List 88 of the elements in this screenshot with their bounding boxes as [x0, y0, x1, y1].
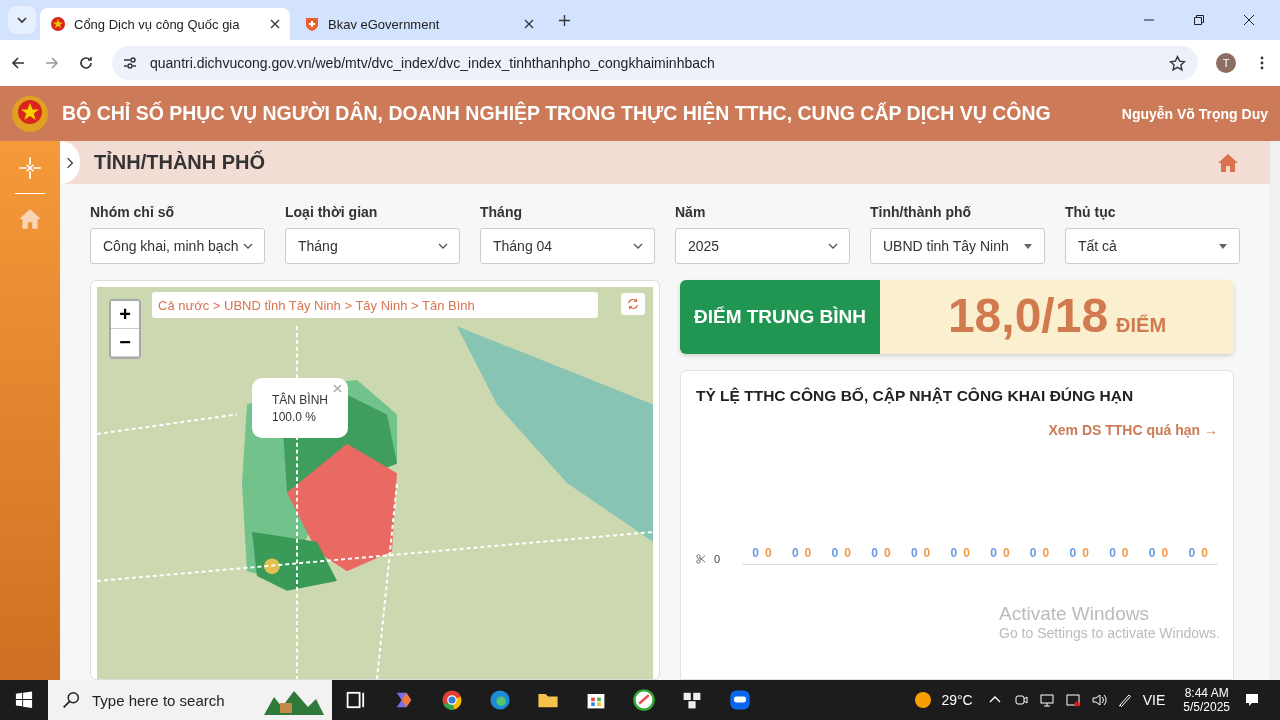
score-unit: ĐIỂM — [1116, 314, 1167, 337]
emblem-icon — [50, 16, 66, 32]
data-label: 0 — [1082, 546, 1089, 560]
filter-label: Loại thời gian — [285, 204, 379, 220]
activation-text: Go to Settings to activate Windows. — [999, 625, 1220, 641]
reload-icon[interactable] — [78, 55, 94, 71]
data-label: 0 — [1148, 546, 1156, 560]
refresh-icon — [626, 297, 640, 311]
data-label: 0 — [791, 546, 799, 560]
scissors-icon — [696, 554, 706, 564]
page-title: TỈNH/THÀNH PHỐ — [94, 151, 266, 174]
clock[interactable]: 8:44 AM 5/5/2025 — [1183, 686, 1230, 714]
windows-start-icon[interactable] — [15, 691, 33, 709]
filter-label: Thủ tục — [1065, 204, 1117, 220]
filter-dropdown[interactable]: Công khai, minh bạch — [90, 228, 265, 264]
data-label: 0 — [844, 546, 851, 560]
data-label: 0 — [1188, 546, 1196, 560]
activation-title: Activate Windows — [999, 603, 1150, 625]
data-label: 0 — [883, 546, 891, 560]
data-label: 0 — [764, 546, 772, 560]
filter-dropdown[interactable]: Tất cả — [1065, 228, 1240, 264]
zoom-out-button[interactable]: − — [111, 329, 139, 357]
data-label: 0 — [1109, 546, 1116, 560]
shield-icon — [304, 16, 320, 32]
score-value: 18,0/18 — [947, 288, 1109, 343]
browser-tab[interactable]: Cổng Dịch vụ công Quốc gia — [40, 8, 290, 40]
popup-value: 100.0 % — [272, 409, 318, 424]
data-label: 0 — [1121, 546, 1129, 560]
data-label: 0 — [1161, 546, 1169, 560]
close-icon[interactable] — [524, 19, 534, 29]
taskbar-search-field[interactable]: Type here to search — [48, 680, 332, 720]
axis-tick: 0 — [714, 553, 721, 565]
speaker-icon[interactable] — [1090, 692, 1107, 708]
data-label: 0 — [990, 546, 997, 560]
score-label: ĐIỂM TRUNG BÌNH — [680, 280, 880, 354]
chat-app-icon[interactable] — [728, 688, 752, 712]
weather-temperature[interactable]: 29°C — [941, 692, 973, 708]
camera-icon[interactable] — [1012, 692, 1029, 708]
data-label: 0 — [1042, 546, 1050, 560]
browser-tab[interactable]: Bkav eGovernment — [294, 8, 544, 40]
scrollbar[interactable] — [1270, 141, 1280, 680]
profile-avatar[interactable]: T — [1216, 53, 1236, 73]
filter-dropdown[interactable]: Tháng 04 — [480, 228, 655, 264]
restore-icon[interactable] — [1193, 14, 1205, 26]
notification-icon[interactable] — [1244, 692, 1260, 708]
filter-dropdown[interactable]: Tháng — [285, 228, 460, 264]
close-icon[interactable] — [1243, 14, 1255, 26]
data-label: 0 — [1069, 546, 1077, 560]
language-indicator[interactable]: VIE — [1142, 692, 1166, 708]
card-title: TỶ LỆ TTHC CÔNG BỐ, CẬP NHẬT CÔNG KHAI ĐÚNG HẠN — [696, 387, 1135, 405]
filter-dropdown[interactable]: UBND tỉnh Tây Ninh — [870, 228, 1045, 264]
zoom-in-button[interactable]: + — [111, 301, 139, 329]
data-label: 0 — [950, 546, 958, 560]
emblem-icon — [10, 93, 50, 134]
chevron-down-icon — [16, 14, 28, 26]
site-settings-icon[interactable] — [122, 55, 138, 71]
filter-label: Tỉnh/thành phố — [870, 204, 973, 220]
bookmark-star-icon[interactable] — [1169, 54, 1186, 72]
tab-search-button[interactable] — [8, 6, 36, 34]
refresh-button[interactable] — [621, 293, 645, 315]
filter-label: Nhóm chỉ số — [90, 204, 175, 220]
data-label: 0 — [871, 546, 878, 560]
chevron-right-icon — [66, 156, 74, 169]
filter-label: Tháng — [480, 204, 523, 220]
popup-title: TÂN BÌNH — [272, 392, 329, 407]
data-label: 0 — [923, 546, 931, 560]
new-tab-icon[interactable] — [558, 13, 571, 27]
data-label: 0 — [1029, 546, 1037, 560]
data-label: 0 — [752, 546, 759, 560]
pen-icon[interactable] — [1116, 692, 1133, 708]
sun-icon[interactable] — [913, 690, 934, 710]
chrome-icon[interactable] — [440, 688, 464, 712]
close-icon[interactable] — [270, 19, 280, 29]
site-title: BỘ CHỈ SỐ PHỤC VỤ NGƯỜI DÂN, DOANH NGHIỆP TRONG THỰC HIỆN TTHC, CUNG CẤP DỊCH VỤ CÔNG — [62, 102, 1051, 125]
data-label: 0 — [910, 546, 918, 560]
data-label: 0 — [1201, 546, 1208, 560]
expand-sidebar-button[interactable] — [60, 141, 80, 184]
data-label: 0 — [1002, 546, 1010, 560]
forward-icon[interactable] — [44, 55, 60, 71]
data-label: 0 — [963, 546, 970, 560]
network-icon[interactable] — [1038, 692, 1055, 708]
filter-dropdown[interactable]: 2025 — [675, 228, 850, 264]
data-label: 0 — [831, 546, 839, 560]
search-icon — [62, 691, 80, 709]
back-icon[interactable] — [10, 55, 26, 71]
filter-label: Năm — [675, 204, 707, 220]
data-label: 0 — [804, 546, 812, 560]
address-bar[interactable]: quantri.dichvucong.gov.vn/web/mtv/dvc_index/dvc_index_tinhthanhpho_congkhaiminhbach — [112, 46, 1198, 80]
